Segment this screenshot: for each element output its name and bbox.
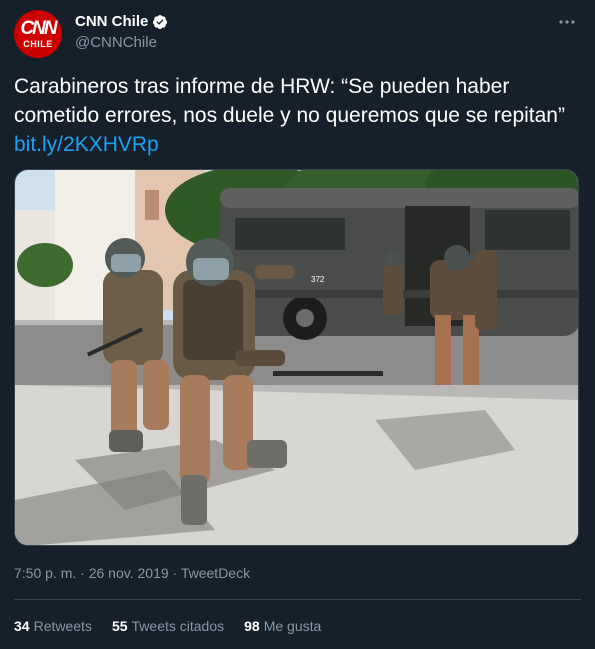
retweets-label: Retweets: [33, 618, 92, 634]
tweet-time[interactable]: 7:50 p. m.: [14, 565, 76, 581]
avatar-logo-subtext: CHILE: [23, 39, 53, 49]
avatar-logo-text: CNN: [20, 18, 57, 39]
quote-tweets-stat[interactable]: 55 Tweets citados: [112, 618, 224, 634]
tweet-source[interactable]: TweetDeck: [181, 565, 250, 581]
quote-tweets-label: Tweets citados: [131, 618, 225, 634]
likes-label: Me gusta: [263, 618, 322, 634]
user-handle[interactable]: @CNNChile: [75, 34, 168, 51]
verified-badge-icon: [153, 14, 168, 29]
quote-tweets-count: 55: [111, 618, 128, 634]
tweet-meta: 7:50 p. m. · 26 nov. 2019 · TweetDeck: [14, 565, 250, 581]
bus-number: 372: [311, 275, 325, 284]
display-name[interactable]: CNN Chile: [75, 13, 168, 30]
avatar[interactable]: CNN CHILE: [14, 10, 62, 58]
display-name-text: CNN Chile: [75, 13, 149, 30]
meta-separator-2: ·: [172, 565, 178, 581]
tweet-body: Carabineros tras informe de HRW: “Se pue…: [14, 75, 565, 127]
tweet-photo[interactable]: 372: [14, 169, 579, 546]
retweets-count: 34: [14, 618, 30, 634]
author-info: CNN Chile @CNNChile: [75, 13, 168, 51]
tweet-link[interactable]: bit.ly/2KXHVRp: [14, 133, 159, 156]
retweets-stat[interactable]: 34 Retweets: [14, 618, 92, 634]
more-options-button[interactable]: [557, 12, 577, 32]
tweet-text: Carabineros tras informe de HRW: “Se pue…: [14, 72, 579, 159]
likes-count: 98: [244, 618, 260, 634]
more-options-icon: [559, 20, 575, 24]
tweet-date[interactable]: 26 nov. 2019: [89, 565, 169, 581]
meta-separator: ·: [80, 565, 85, 581]
photo-scene: 372: [15, 170, 578, 545]
likes-stat[interactable]: 98 Me gusta: [244, 618, 321, 634]
tweet-stats: 34 Retweets 55 Tweets citados 98 Me gusta: [14, 618, 321, 634]
divider: [14, 599, 581, 600]
